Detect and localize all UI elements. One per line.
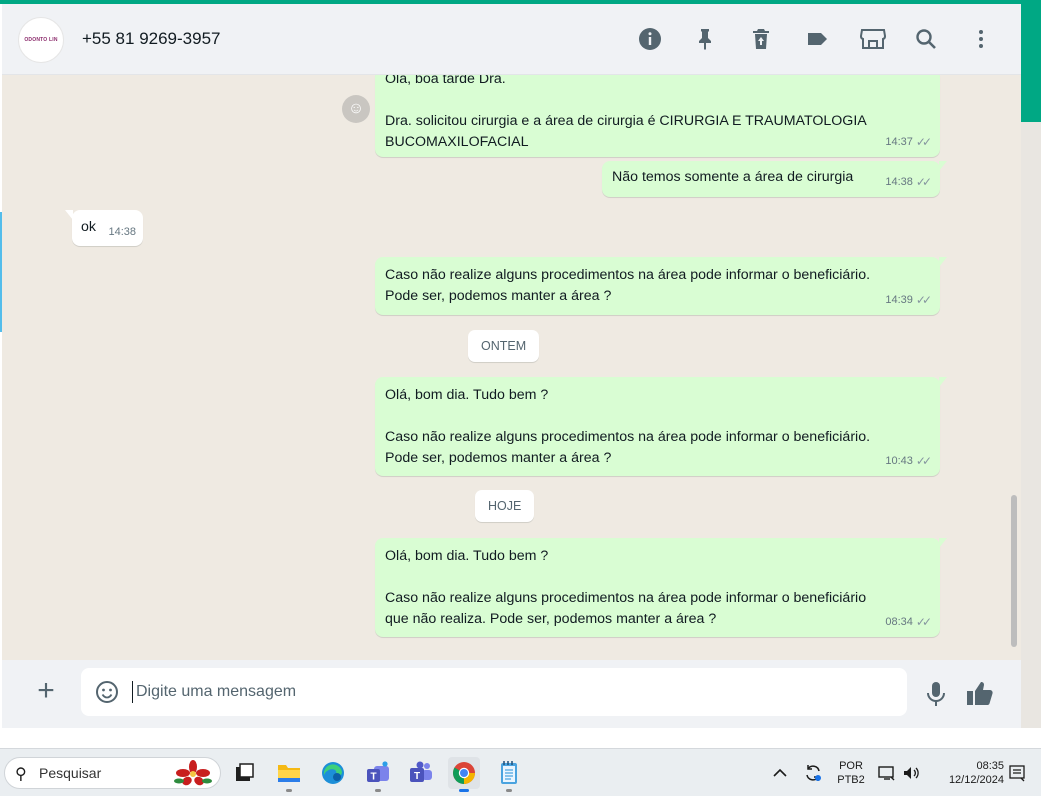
running-indicator	[506, 789, 512, 792]
menu-icon[interactable]	[968, 26, 994, 52]
svg-text:T: T	[370, 772, 376, 783]
clock-time: 08:35	[976, 760, 1004, 772]
label-icon[interactable]	[804, 26, 830, 52]
bubble-tail	[939, 257, 947, 267]
bubble-tail	[939, 161, 947, 171]
message-meta: 14:38 ✓✓	[885, 172, 932, 193]
message-time: 14:38	[108, 226, 136, 238]
taskbar-search[interactable]: ⚲ Pesquisar	[4, 757, 221, 789]
keyboard-layout: PTB2	[837, 774, 865, 786]
svg-text:T: T	[414, 771, 420, 782]
teams-icon[interactable]: T	[405, 757, 437, 789]
task-view-icon[interactable]	[228, 757, 260, 789]
message-bubble[interactable]: ok 14:38	[65, 210, 143, 246]
background-panel	[1021, 122, 1041, 748]
window-edge-highlight	[0, 212, 2, 332]
text-caret	[132, 681, 133, 703]
running-indicator	[375, 789, 381, 792]
message-meta: 14:39 ✓✓	[885, 290, 932, 311]
read-ticks-icon: ✓✓	[915, 175, 932, 189]
message-meta: 08:34 ✓✓	[885, 612, 932, 633]
message-time: 10:43	[885, 455, 913, 467]
message-list[interactable]: ☺ Olá, boa tarde Dra. Dra. solicitou cir…	[2, 75, 1021, 660]
message-meta: 14:37 ✓✓	[885, 132, 932, 153]
chat-header[interactable]: ODONTO LIN +55 81 9269-3957	[2, 4, 1021, 75]
search-label: Pesquisar	[39, 765, 102, 781]
edge-browser-icon[interactable]	[317, 757, 349, 789]
language-code: POR	[839, 760, 863, 772]
message-time: 14:38	[885, 176, 913, 188]
message-bubble[interactable]: Olá, bom dia. Tudo bem ? Caso não realiz…	[375, 377, 947, 476]
bubble-tail	[939, 377, 947, 387]
thumbs-up-icon[interactable]	[965, 678, 995, 708]
background-accent	[1021, 0, 1041, 122]
read-ticks-icon: ✓✓	[915, 454, 932, 468]
message-meta: 14:38	[108, 222, 136, 243]
poinsettia-icon	[174, 760, 212, 786]
message-bubble[interactable]: Olá, boa tarde Dra. Dra. solicitou cirur…	[375, 75, 940, 157]
read-ticks-icon: ✓✓	[915, 135, 932, 149]
bubble-tail	[939, 538, 947, 548]
contact-avatar[interactable]: ODONTO LIN	[18, 17, 64, 63]
composer-bar: +	[2, 660, 1021, 728]
react-emoji-icon[interactable]: ☺	[342, 95, 370, 123]
volume-icon[interactable]	[900, 757, 922, 789]
sticker-emoji-icon[interactable]	[95, 680, 119, 704]
windows-taskbar: ⚲ Pesquisar T T POR PTB2 08:35 12/12/202…	[0, 748, 1041, 796]
read-ticks-icon: ✓✓	[915, 293, 932, 307]
running-indicator	[286, 789, 292, 792]
message-text: Não temos somente a área de cirurgia	[612, 169, 854, 185]
message-bubble[interactable]: Caso não realize alguns procedimentos na…	[375, 257, 947, 315]
message-bubble[interactable]: Não temos somente a área de cirurgia 14:…	[602, 161, 947, 197]
chrome-icon[interactable]	[448, 757, 480, 792]
microphone-icon[interactable]	[924, 680, 948, 708]
message-input[interactable]	[136, 680, 876, 704]
message-time: 14:39	[885, 294, 913, 306]
search-icon[interactable]	[913, 26, 939, 52]
chat-scrollbar[interactable]	[1011, 495, 1017, 647]
notepad-icon[interactable]	[493, 757, 525, 792]
bubble-tail	[65, 210, 73, 220]
message-time: 08:34	[885, 616, 913, 628]
search-icon: ⚲	[15, 766, 27, 783]
clock-date: 12/12/2024	[948, 774, 1004, 786]
date-divider-today: HOJE	[475, 490, 535, 522]
info-icon[interactable]	[637, 26, 663, 52]
attach-plus-icon[interactable]: +	[32, 676, 60, 706]
teams-work-icon[interactable]: T	[362, 757, 394, 792]
delete-icon[interactable]	[748, 26, 774, 52]
window-bottom-gap	[0, 728, 1041, 748]
message-time: 14:37	[885, 136, 913, 148]
file-explorer-icon[interactable]	[273, 757, 305, 792]
message-text: Olá, bom dia. Tudo bem ? Caso não realiz…	[385, 387, 871, 466]
keyboard-language-indicator[interactable]: POR PTB2	[833, 759, 869, 787]
sync-icon[interactable]	[800, 757, 826, 789]
active-indicator	[459, 789, 469, 792]
message-text: Caso não realize alguns procedimentos na…	[385, 267, 871, 304]
clock[interactable]: 08:35 12/12/2024	[932, 759, 1004, 787]
message-text: Olá, boa tarde Dra. Dra. solicitou cirur…	[385, 75, 867, 150]
catalog-icon[interactable]	[858, 26, 888, 52]
message-bubble[interactable]: Olá, bom dia. Tudo bem ? Caso não realiz…	[375, 538, 947, 637]
network-icon[interactable]	[876, 757, 898, 789]
date-divider-yesterday: ONTEM	[468, 330, 540, 362]
contact-name[interactable]: +55 81 9269-3957	[82, 29, 221, 49]
pin-icon[interactable]	[692, 26, 718, 52]
message-meta: 10:43 ✓✓	[885, 451, 932, 472]
notifications-icon[interactable]	[1006, 757, 1028, 789]
show-hidden-icons-chevron-icon[interactable]	[769, 757, 791, 789]
message-text: ok	[81, 219, 96, 235]
message-text: Olá, bom dia. Tudo bem ? Caso não realiz…	[385, 548, 867, 627]
read-ticks-icon: ✓✓	[915, 615, 932, 629]
message-input-box[interactable]	[81, 668, 907, 716]
